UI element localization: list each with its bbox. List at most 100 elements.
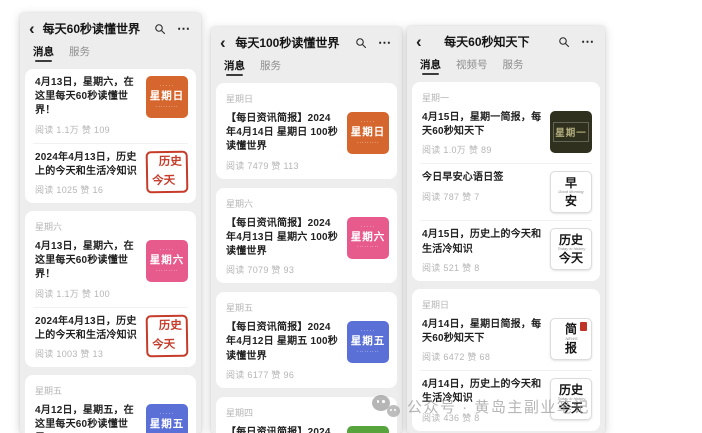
history-today-icon: 历史Today in history今天	[550, 378, 592, 420]
group-date-label: 星期日	[226, 92, 389, 105]
article-stats: 阅读 6177 赞 96	[226, 368, 339, 381]
search-icon[interactable]	[154, 23, 166, 35]
article-text: 4月13日，星期六，在这里每天60秒读懂世界！阅读 1.1万 赞 100	[33, 240, 138, 300]
message-group-card: 星期六4月13日，星期六，在这里每天60秒读懂世界！阅读 1.1万 赞 100星…	[25, 211, 196, 367]
account-title: 每天60秒知天下	[422, 33, 552, 50]
more-icon[interactable]: ⋯	[378, 38, 392, 48]
icon-small-label: Today in history	[557, 247, 585, 252]
search-icon[interactable]	[558, 36, 570, 48]
message-group-card: 星期四【每日资讯简报】2024年4月11日 星期四 100秒读懂世界阅读 866…	[216, 397, 397, 433]
icon-label: 今天	[559, 252, 583, 265]
group-date-label: 星期四	[226, 406, 389, 419]
article-item[interactable]: 【每日资讯简报】2024年4月14日 星期日 100秒读懂世界阅读 7479 赞…	[224, 112, 389, 172]
account-title: 每天60秒读懂世界	[35, 20, 148, 37]
tab-messages[interactable]: 消息	[420, 57, 441, 76]
article-item[interactable]: 4月12日，星期五，在这里每天60秒读懂世界！阅读 1.3万 赞 120 星期五	[33, 404, 188, 433]
article-title: 4月15日，历史上的今天和生活冷知识	[422, 228, 542, 256]
group-date-label: 星期六	[226, 197, 389, 210]
article-stats: 阅读 787 赞 7	[422, 190, 542, 203]
icon-label: 今天	[152, 174, 182, 188]
friday-badge-icon: 星期五	[347, 321, 389, 363]
tab-messages[interactable]: 消息	[33, 44, 54, 63]
article-item[interactable]: 【每日资讯简报】2024年4月11日 星期四 100秒读懂世界阅读 8664 赞…	[224, 426, 389, 433]
thursday-badge-icon: 星期四	[347, 426, 389, 433]
tab-services[interactable]: 服务	[260, 58, 281, 77]
article-item[interactable]: 【每日资讯简报】2024年4月12日 星期五 100秒读懂世界阅读 6177 赞…	[224, 321, 389, 381]
article-stats: 阅读 1.0万 赞 89	[422, 143, 542, 156]
article-text: 今日早安心语日签阅读 787 赞 7	[420, 171, 542, 202]
search-icon[interactable]	[355, 37, 367, 49]
article-item[interactable]: 【每日资讯简报】2024年4月13日 星期六 100秒读懂世界阅读 7079 赞…	[224, 217, 389, 277]
article-text: 4月14日，历史上的今天和生活冷知识阅读 436 赞 8	[420, 378, 542, 423]
article-text: 4月15日，历史上的今天和生活冷知识阅读 521 赞 8	[420, 228, 542, 273]
tab-messages[interactable]: 消息	[224, 58, 245, 77]
icon-label: 星期五	[150, 417, 185, 433]
more-icon[interactable]: ⋯	[581, 37, 595, 47]
article-stats: 阅读 1.1万 赞 109	[35, 123, 138, 136]
message-group-card: 星期日【每日资讯简报】2024年4月14日 星期日 100秒读懂世界阅读 747…	[216, 83, 397, 179]
article-item[interactable]: 4月14日，历史上的今天和生活冷知识阅读 436 赞 8历史Today in h…	[420, 370, 592, 423]
message-group-card: 星期五【每日资讯简报】2024年4月12日 星期五 100秒读懂世界阅读 617…	[216, 292, 397, 388]
article-text: 4月15日，星期一简报，每天60秒知天下阅读 1.0万 赞 89	[420, 111, 542, 156]
history-today-icon: 历史Today in history今天	[550, 228, 592, 270]
article-item[interactable]: 4月13日，星期六，在这里每天60秒读懂世界！阅读 1.1万 赞 109星期日	[33, 76, 188, 136]
icon-label: 早	[565, 177, 577, 190]
message-list: 4月13日，星期六，在这里每天60秒读懂世界！阅读 1.1万 赞 109星期日2…	[20, 69, 201, 433]
screenshot-canvas: ‹每天60秒读懂世界⋯消息服务4月13日，星期六，在这里每天60秒读懂世界！阅读…	[0, 0, 702, 433]
article-title: 2024年4月13日，历史上的今天和生活冷知识	[35, 315, 138, 343]
icon-label: 今天	[559, 402, 583, 415]
icon-label: 安	[565, 195, 577, 208]
more-icon[interactable]: ⋯	[177, 24, 191, 34]
saturday-badge-icon: 星期六	[347, 217, 389, 259]
article-item[interactable]: 4月15日，历史上的今天和生活冷知识阅读 521 赞 8历史Today in h…	[420, 220, 592, 273]
icon-label: 历史	[559, 384, 583, 397]
panel-header: ‹每天60秒读懂世界⋯	[20, 13, 201, 40]
good-morning-icon: 早Good Morning安	[550, 171, 592, 213]
article-stats: 阅读 6472 赞 68	[422, 350, 542, 363]
history-today-seal-icon: 历史今天	[146, 314, 189, 357]
phone-panel-100s-world: ‹每天100秒读懂世界⋯消息服务星期日【每日资讯简报】2024年4月14日 星期…	[211, 27, 402, 433]
message-group-card: 4月13日，星期六，在这里每天60秒读懂世界！阅读 1.1万 赞 109星期日2…	[25, 69, 196, 203]
article-text: 4月12日，星期五，在这里每天60秒读懂世界！阅读 1.3万 赞 120	[33, 404, 138, 433]
tab-services[interactable]: 服务	[503, 57, 524, 76]
corner-mark	[580, 322, 587, 331]
article-item[interactable]: 4月13日，星期六，在这里每天60秒读懂世界！阅读 1.1万 赞 100星期六	[33, 240, 188, 300]
article-title: 【每日资讯简报】2024年4月13日 星期六 100秒读懂世界	[226, 217, 339, 260]
article-item[interactable]: 今日早安心语日签阅读 787 赞 7 早Good Morning安	[420, 163, 592, 213]
group-date-label: 星期日	[422, 298, 592, 311]
tab-channels[interactable]: 视频号	[456, 57, 488, 76]
friday-badge-icon: 星期五	[146, 404, 188, 433]
tab-bar: 消息服务	[20, 40, 201, 69]
message-group-card: 星期日 4月14日，星期日简报，每天60秒知天下阅读 6472 赞 68简NEWS…	[412, 289, 600, 431]
article-item[interactable]: 2024年4月13日，历史上的今天和生活冷知识阅读 1003 赞 13历史今天	[33, 307, 188, 360]
icon-label: 今天	[152, 338, 182, 352]
article-title: 2024年4月13日，历史上的今天和生活冷知识	[35, 151, 138, 179]
tab-services[interactable]: 服务	[69, 44, 90, 63]
message-group-card: 星期一 4月15日，星期一简报，每天60秒知天下阅读 1.0万 赞 89 星期一今日…	[412, 82, 600, 281]
article-text: 【每日资讯简报】2024年4月11日 星期四 100秒读懂世界阅读 8664 赞…	[224, 426, 339, 433]
article-text: 4月14日，星期日简报，每天60秒知天下阅读 6472 赞 68	[420, 318, 542, 363]
article-item[interactable]: 4月14日，星期日简报，每天60秒知天下阅读 6472 赞 68简NEWS报	[420, 318, 592, 363]
article-text: 2024年4月13日，历史上的今天和生活冷知识阅读 1025 赞 16	[33, 151, 138, 196]
message-list: 星期一 4月15日，星期一简报，每天60秒知天下阅读 1.0万 赞 89 星期一今日…	[407, 82, 605, 433]
article-item[interactable]: 2024年4月13日，历史上的今天和生活冷知识阅读 1025 赞 16历史今天	[33, 143, 188, 196]
phone-panel-60s-world: ‹每天60秒读懂世界⋯消息服务4月13日，星期六，在这里每天60秒读懂世界！阅读…	[20, 13, 201, 433]
group-date-label: 星期一	[422, 91, 592, 104]
article-stats: 阅读 436 赞 8	[422, 411, 542, 424]
article-title: 【每日资讯简报】2024年4月12日 星期五 100秒读懂世界	[226, 321, 339, 364]
icon-label: 星期五	[351, 334, 386, 350]
briefing-icon: 简NEWS报	[550, 318, 592, 360]
group-date-label: 星期五	[226, 301, 389, 314]
article-title: 4月14日，历史上的今天和生活冷知识	[422, 378, 542, 406]
article-title: 4月15日，星期一简报，每天60秒知天下	[422, 111, 542, 139]
message-group-card: 星期六【每日资讯简报】2024年4月13日 星期六 100秒读懂世界阅读 707…	[216, 188, 397, 284]
sunday-badge-icon: 星期日	[146, 76, 188, 118]
icon-label: 简	[565, 323, 577, 336]
article-text: 4月13日，星期六，在这里每天60秒读懂世界！阅读 1.1万 赞 109	[33, 76, 138, 136]
icon-label: 星期日	[351, 125, 386, 141]
icon-label: 星期一	[553, 122, 589, 142]
tab-bar: 消息服务	[211, 54, 402, 83]
sunday-badge-icon: 星期日	[347, 112, 389, 154]
group-date-label: 星期五	[35, 384, 188, 397]
article-item[interactable]: 4月15日，星期一简报，每天60秒知天下阅读 1.0万 赞 89 星期一	[420, 111, 592, 156]
